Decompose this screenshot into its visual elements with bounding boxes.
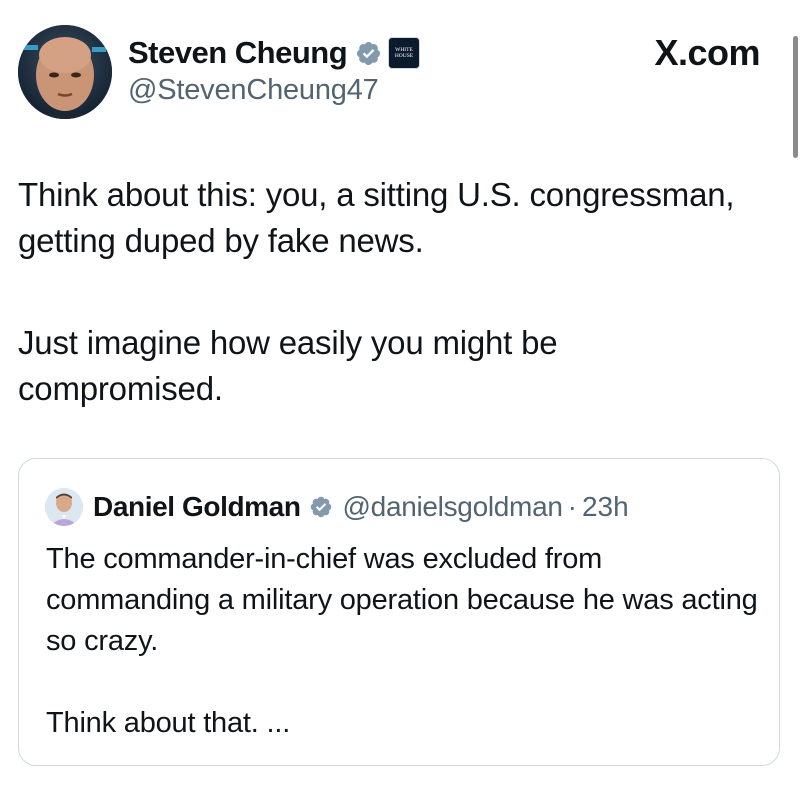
quoted-timestamp[interactable]: 23h [582,491,629,523]
scrollbar[interactable] [793,36,798,158]
author-handle[interactable]: @StevenCheung47 [128,74,379,107]
avatar-photo [18,25,112,119]
quoted-paragraph-1: The commander-in-chief was excluded from… [46,543,758,657]
quoted-tweet-header: Daniel Goldman @danielsgoldman · 23h [45,487,629,527]
tweet-text: Think about this: you, a sitting U.S. co… [18,172,748,412]
quoted-tweet-card[interactable]: Daniel Goldman @danielsgoldman · 23h The… [18,458,780,766]
verified-badge-icon[interactable] [355,40,382,67]
quoted-separator: · [567,491,577,522]
tweet-paragraph-2: Just imagine how easily you might be com… [18,324,558,407]
quoted-author-avatar[interactable] [45,488,83,526]
author-avatar[interactable] [18,25,112,119]
quoted-tweet-text: The commander-in-chief was excluded from… [46,539,766,744]
author-name-row: Steven Cheung WHITE HOUSE [128,34,421,72]
quoted-author-display-name[interactable]: Daniel Goldman [93,491,301,523]
quoted-author-handle[interactable]: @danielsgoldman [343,491,563,523]
white-house-affiliation-icon[interactable]: WHITE HOUSE [388,37,421,69]
tweet-paragraph-1: Think about this: you, a sitting U.S. co… [18,176,735,259]
svg-text:HOUSE: HOUSE [395,53,414,59]
brand-watermark: X.com [654,32,760,73]
quoted-verified-badge-icon[interactable] [309,495,333,519]
author-display-name[interactable]: Steven Cheung [128,35,348,71]
quoted-paragraph-2: Think about that. ... [46,707,291,739]
